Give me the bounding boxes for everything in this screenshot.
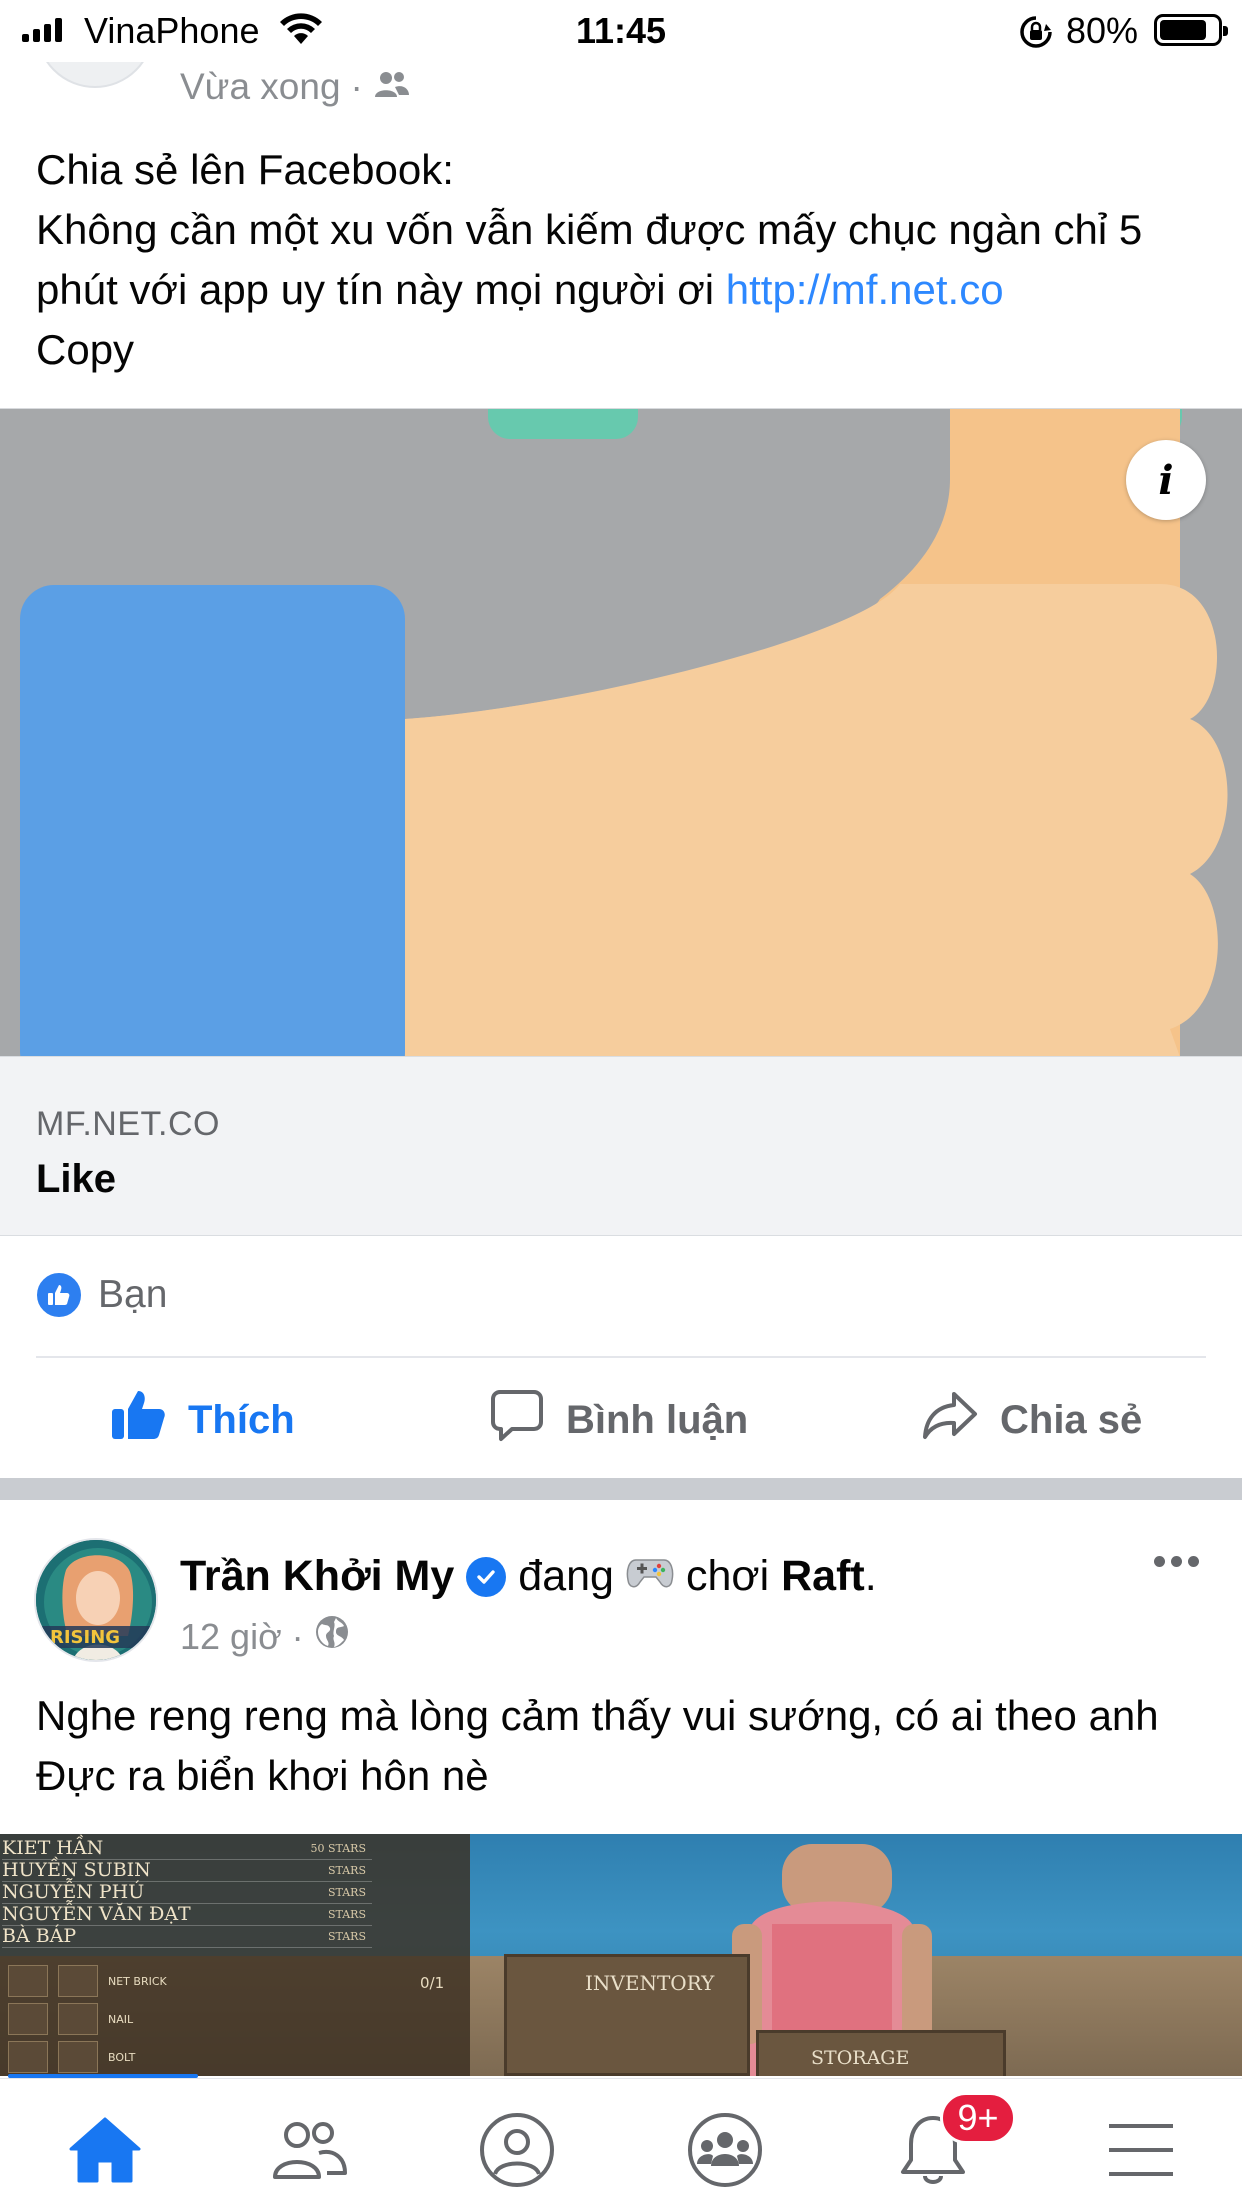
craft-slot-icon (58, 2003, 98, 2035)
post-time[interactable]: Vừa xong (180, 66, 341, 108)
leaderboard-row: KIET HẦN 50 STARS (2, 1838, 372, 1860)
bottom-navigation (0, 2078, 1242, 2208)
verified-badge-icon (466, 1556, 507, 1597)
post-meta: 12 giờ · (180, 1614, 350, 1659)
game-name[interactable]: Raft (781, 1552, 865, 1600)
game-hud: KIET HẦN 50 STARS HUYỀN SUBIN STARS NGUYỄN… (0, 1834, 470, 2076)
author-name[interactable]: Trần Khởi My (180, 1552, 454, 1601)
post-text: Chia sẻ lên Facebook: Không cần một xu v… (36, 140, 1216, 380)
game-title-group: Raft. (781, 1552, 877, 1601)
feed-separator (0, 1478, 1242, 1500)
activity-prefix: đang (518, 1552, 614, 1600)
link-preview-image[interactable] (0, 408, 1242, 1056)
leaderboard-row: NGUYỄN VĂN ĐẠT STARS (2, 1904, 372, 1926)
sentence-period: . (864, 1552, 877, 1600)
groups-icon[interactable] (680, 2105, 770, 2195)
crafting-row: BOLT (8, 2038, 298, 2076)
post-text-line: Chia sẻ lên Facebook: (36, 146, 454, 193)
link-domain: MF.NET.CO (36, 1105, 220, 1143)
more-options-icon[interactable] (1154, 1556, 1199, 1567)
inventory-label: INVENTORY (585, 1971, 715, 1995)
comment-icon (490, 1388, 544, 1452)
storage-panel: STORAGE (756, 2030, 1006, 2076)
thumbs-up-icon (110, 1389, 166, 1451)
clock: 11:45 (575, 10, 667, 51)
share-label: Chia sẻ (1000, 1397, 1143, 1442)
profile-icon[interactable] (472, 2105, 562, 2195)
comment-button[interactable]: Bình luận (490, 1380, 748, 1460)
reactions-summary[interactable]: Bạn (34, 1270, 167, 1320)
leaderboard: KIET HẦN 50 STARS HUYỀN SUBIN STARS NGUYỄN… (2, 1838, 372, 1948)
post-text-paragraph: Không cần một xu vốn vẫn kiếm được mấy c… (36, 200, 1216, 320)
leaderboard-row: NGUYỄN PHÚ STARS (2, 1882, 372, 1904)
orientation-lock-icon (1018, 14, 1054, 55)
comment-label: Bình luận (566, 1397, 749, 1442)
battery-icon (1154, 14, 1228, 46)
notification-badge: 9+ (940, 2092, 1016, 2144)
post-action-bar: Thích Bình luận Chia sẻ (0, 1380, 1242, 1460)
post-author-line: Trần Khởi My đang chơi Raft. (180, 1552, 877, 1601)
like-button[interactable]: Thích (110, 1380, 295, 1460)
crafting-row: NAIL (8, 2000, 298, 2038)
meta-separator: · (350, 66, 363, 107)
home-icon[interactable] (60, 2105, 150, 2195)
craft-slot-icon (8, 1965, 48, 1997)
battery-percent: 80% (1066, 10, 1139, 51)
craft-counter: 0/1 (420, 1974, 445, 1992)
leaderboard-row: BÀ BÁP STARS (2, 1926, 372, 1948)
author-avatar[interactable]: RISING (34, 1538, 158, 1662)
like-label: Thích (188, 1397, 295, 1442)
friends-icon[interactable] (264, 2105, 354, 2195)
globe-icon[interactable] (314, 1614, 350, 1659)
friends-icon[interactable] (373, 66, 411, 108)
post-photo[interactable]: KIET HẦN 50 STARS HUYỀN SUBIN STARS NGUYỄN… (0, 1834, 1242, 2076)
info-icon: i (1158, 456, 1174, 504)
storage-label: STORAGE (811, 2047, 910, 2069)
meta-separator: · (291, 1615, 304, 1657)
divider (36, 1356, 1206, 1358)
leaderboard-row: HUYỀN SUBIN STARS (2, 1860, 372, 1882)
crafting-menu: NET BRICK NAIL BOLT (8, 1962, 298, 2076)
post-link[interactable]: http://mf.net.co (726, 266, 1004, 313)
activity-verb: chơi (685, 1552, 770, 1600)
share-icon (922, 1390, 978, 1450)
craft-slot-icon (58, 1965, 98, 1997)
link-title: Like (36, 1157, 117, 1201)
share-button[interactable]: Chia sẻ (922, 1380, 1142, 1460)
crafting-row: NET BRICK (8, 1962, 298, 2000)
menu-icon[interactable] (1096, 2105, 1186, 2195)
thumbs-up-illustration (0, 409, 1242, 1056)
post-text-line: Copy (36, 326, 135, 373)
gamepad-icon (626, 1552, 674, 1601)
post-meta: Vừa xong · (180, 66, 411, 108)
inventory-panel: INVENTORY (504, 1954, 750, 2076)
status-bar: VinaPhone 11:45 80% (0, 0, 1242, 62)
reactions-label: Bạn (98, 1273, 168, 1316)
post-time[interactable]: 12 giờ (180, 1616, 282, 1658)
link-preview-caption[interactable]: MF.NET.CO Like (0, 1056, 1242, 1236)
avatar-label: RISING (50, 1627, 120, 1648)
craft-slot-icon (8, 2003, 48, 2035)
post-text: Nghe reng reng mà lòng cảm thấy vui sướn… (36, 1692, 1159, 1799)
craft-slot-icon (58, 2041, 98, 2073)
info-button[interactable]: i (1126, 440, 1206, 520)
like-reaction-icon (34, 1270, 84, 1320)
craft-slot-icon (8, 2041, 48, 2073)
